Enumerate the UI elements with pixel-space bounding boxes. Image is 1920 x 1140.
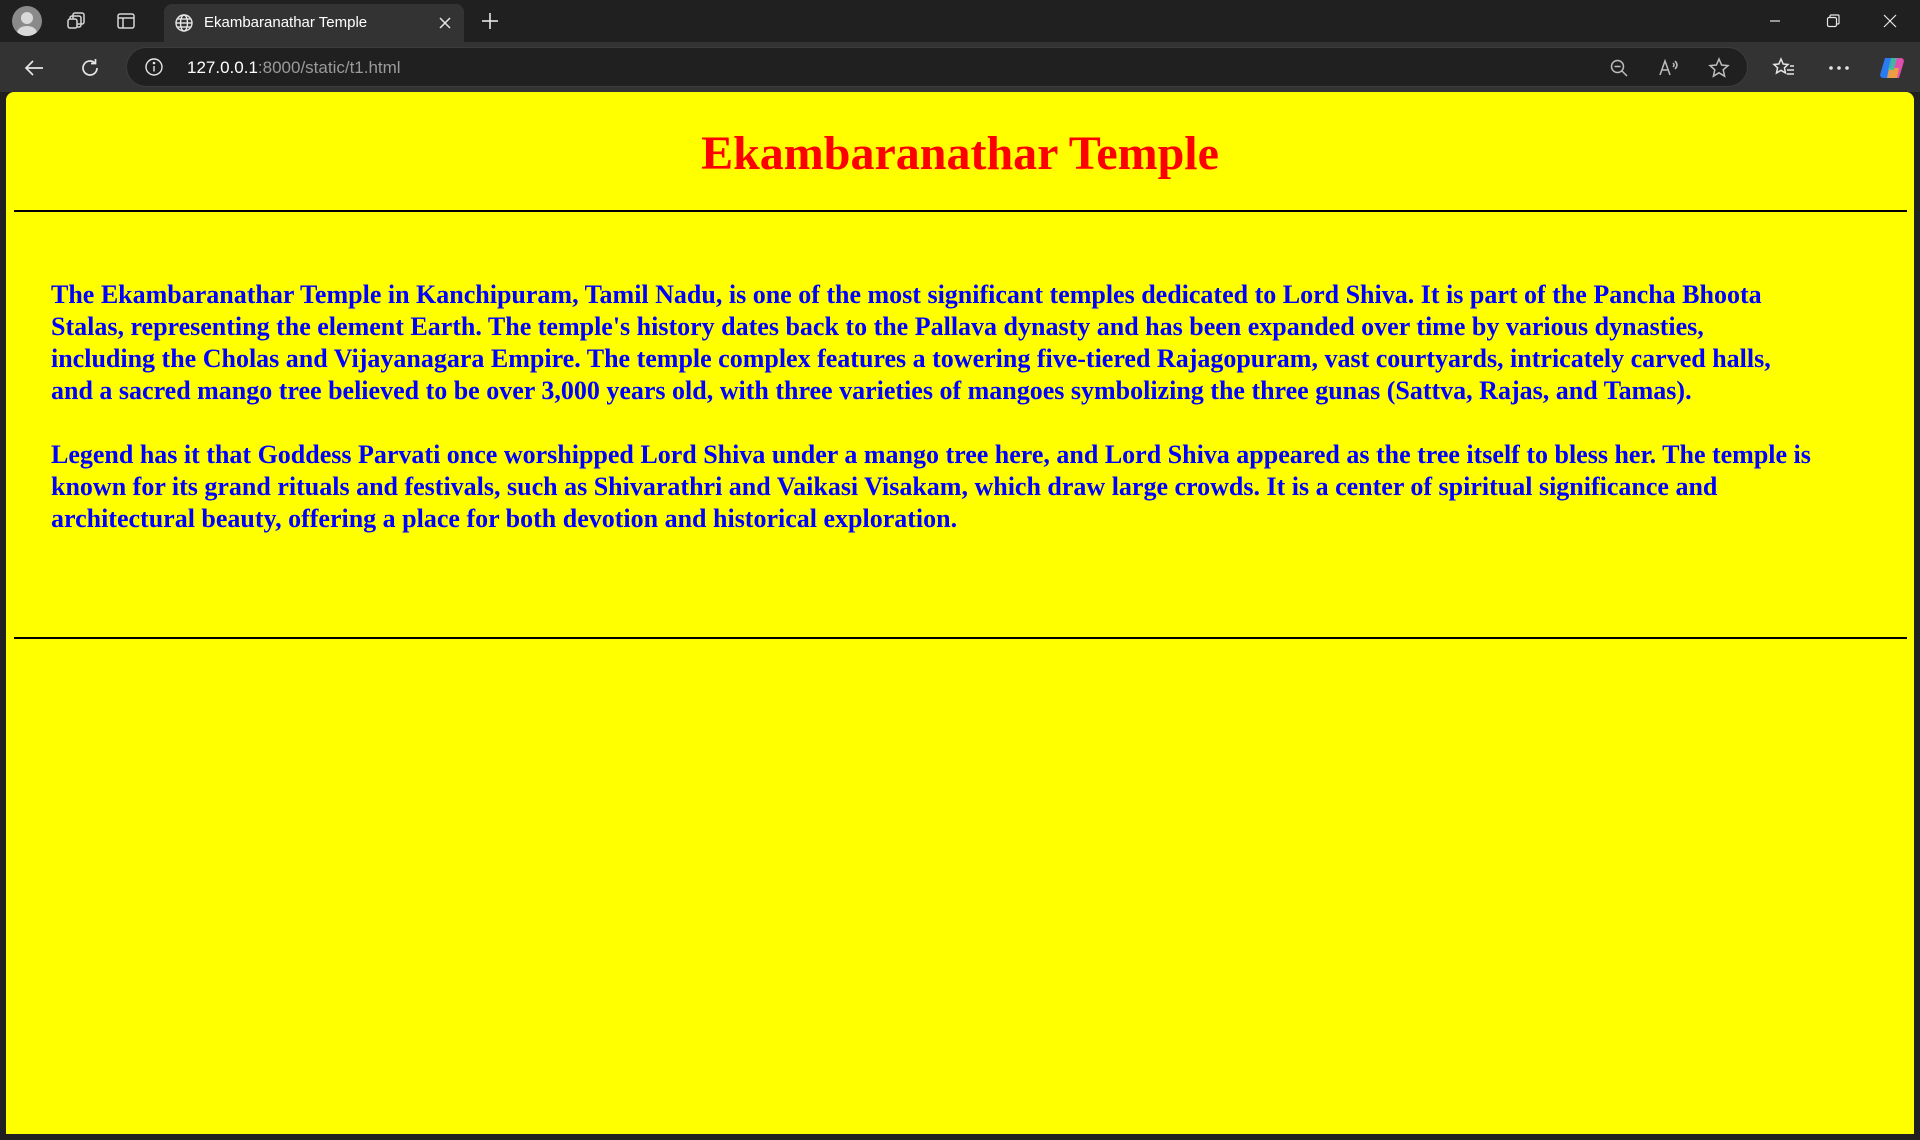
url-path: :8000/static/t1.html [257, 58, 401, 77]
zoom-out-icon[interactable] [1605, 54, 1633, 82]
page-viewport: Ekambaranathar Temple The Ekambaranathar… [6, 92, 1914, 1134]
page-content: The Ekambaranathar Temple in Kanchipuram… [51, 279, 1811, 567]
back-arrow-icon[interactable] [18, 52, 50, 84]
close-tab-icon[interactable] [434, 12, 456, 34]
tab-title: Ekambaranathar Temple [204, 14, 368, 31]
url-host: 127.0.0.1 [187, 58, 258, 77]
copilot-icon[interactable] [1877, 52, 1909, 84]
restore-icon[interactable] [1805, 0, 1861, 42]
address-bar[interactable]: 127.0.0.1:8000/static/t1.html [126, 47, 1748, 87]
page-title: Ekambaranathar Temple [701, 127, 1219, 180]
tab-strip: Ekambaranathar Temple [0, 0, 1920, 42]
paragraph-legend: Legend has it that Goddess Parvati once … [51, 440, 1811, 533]
minimize-icon[interactable] [1747, 0, 1803, 42]
browser-window: Ekambaranathar Temple 127.0.0.1:8000/sta… [0, 0, 1920, 1140]
site-info-icon[interactable] [143, 56, 165, 78]
read-aloud-icon[interactable] [1655, 54, 1683, 82]
close-window-icon[interactable] [1862, 0, 1918, 42]
refresh-icon[interactable] [74, 52, 106, 84]
favorite-star-icon[interactable] [1705, 54, 1733, 82]
new-tab-icon[interactable] [475, 6, 505, 36]
horizontal-rule-bottom [14, 637, 1907, 639]
tab-actions-icon[interactable] [111, 6, 141, 36]
profile-avatar-icon[interactable] [12, 6, 42, 36]
more-menu-icon[interactable] [1823, 52, 1855, 84]
navigation-toolbar: 127.0.0.1:8000/static/t1.html [0, 42, 1920, 92]
favorites-icon[interactable] [1768, 52, 1800, 84]
globe-icon [174, 13, 194, 33]
tab-active[interactable]: Ekambaranathar Temple [164, 4, 464, 42]
horizontal-rule-top [14, 210, 1907, 212]
paragraph-history: The Ekambaranathar Temple in Kanchipuram… [51, 280, 1771, 405]
workspaces-icon[interactable] [62, 6, 92, 36]
url-text: 127.0.0.1:8000/static/t1.html [187, 58, 401, 78]
